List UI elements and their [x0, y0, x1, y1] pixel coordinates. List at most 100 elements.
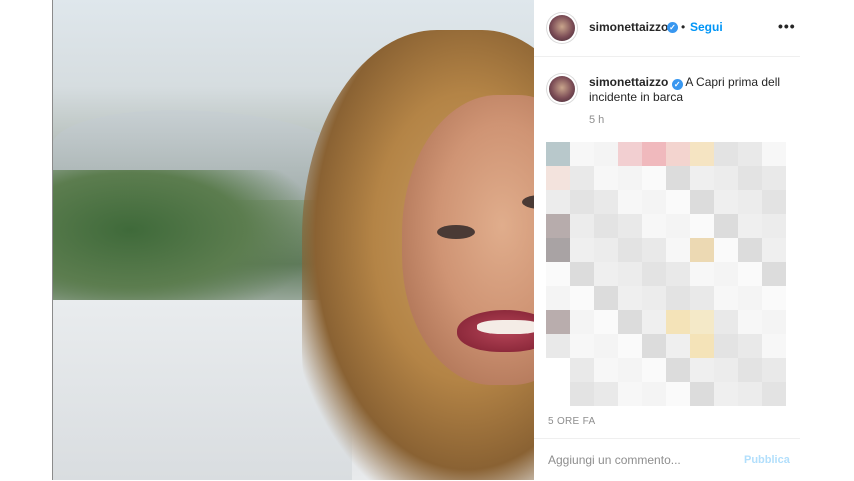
mosaic-cell: [618, 358, 642, 382]
mosaic-cell: [570, 382, 594, 406]
mosaic-cell: [618, 286, 642, 310]
mosaic-cell: [594, 190, 618, 214]
mosaic-cell: [666, 286, 690, 310]
mosaic-cell: [762, 262, 786, 286]
more-options-icon[interactable]: •••: [778, 18, 796, 34]
caption-username[interactable]: simonettaizzo: [589, 75, 668, 89]
publish-button[interactable]: Pubblica: [744, 454, 790, 466]
mosaic-cell: [666, 262, 690, 286]
mosaic-cell: [642, 166, 666, 190]
mosaic-cell: [642, 334, 666, 358]
mosaic-cell: [570, 214, 594, 238]
caption-avatar[interactable]: [549, 76, 575, 102]
mosaic-cell: [690, 310, 714, 334]
mosaic-cell: [714, 382, 738, 406]
mosaic-cell: [762, 310, 786, 334]
mosaic-cell: [666, 142, 690, 166]
mosaic-cell: [618, 142, 642, 166]
avatar[interactable]: [549, 15, 575, 41]
mosaic-cell: [618, 262, 642, 286]
mosaic-cell: [762, 142, 786, 166]
mosaic-cell: [690, 166, 714, 190]
mosaic-cell: [714, 166, 738, 190]
mosaic-cell: [546, 262, 570, 286]
mosaic-cell: [714, 190, 738, 214]
mosaic-cell: [714, 142, 738, 166]
mosaic-cell: [618, 382, 642, 406]
mosaic-cell: [666, 238, 690, 262]
mosaic-cell: [690, 190, 714, 214]
mosaic-cell: [666, 358, 690, 382]
mosaic-cell: [618, 214, 642, 238]
mosaic-cell: [570, 286, 594, 310]
mosaic-cell: [738, 166, 762, 190]
mosaic-cell: [618, 238, 642, 262]
mosaic-cell: [570, 190, 594, 214]
mosaic-cell: [690, 214, 714, 238]
mosaic-cell: [594, 310, 618, 334]
mosaic-cell: [642, 310, 666, 334]
mosaic-cell: [570, 166, 594, 190]
mosaic-cell: [666, 166, 690, 190]
mosaic-cell: [666, 190, 690, 214]
mosaic-cell: [570, 334, 594, 358]
mosaic-cell: [762, 238, 786, 262]
mosaic-cell: [738, 382, 762, 406]
mosaic-cell: [738, 262, 762, 286]
mosaic-cell: [570, 142, 594, 166]
photo-teeth: [477, 320, 534, 334]
mosaic-cell: [714, 310, 738, 334]
mosaic-cell: [546, 142, 570, 166]
mosaic-cell: [666, 310, 690, 334]
caption-verified-badge-icon: ✓: [671, 79, 683, 90]
mosaic-cell: [714, 334, 738, 358]
mosaic-cell: [546, 190, 570, 214]
mosaic-cell: [762, 166, 786, 190]
mosaic-cell: [546, 166, 570, 190]
comment-bar: Pubblica: [534, 438, 800, 481]
mosaic-cell: [594, 262, 618, 286]
mosaic-cell: [642, 262, 666, 286]
post-side-panel: simonettaizzo ✓ • Segui ••• simonettaizz…: [534, 0, 800, 480]
mosaic-cell: [762, 382, 786, 406]
mosaic-cell: [594, 334, 618, 358]
mosaic-cell: [762, 190, 786, 214]
header-username[interactable]: simonettaizzo: [589, 20, 668, 34]
mosaic-cell: [642, 238, 666, 262]
mosaic-cell: [546, 214, 570, 238]
verified-badge-icon: ✓: [667, 22, 678, 33]
post-photo: [52, 0, 534, 480]
mosaic-cell: [714, 286, 738, 310]
mosaic-cell: [738, 190, 762, 214]
comment-input[interactable]: [548, 453, 728, 467]
mosaic-cell: [546, 310, 570, 334]
mosaic-cell: [642, 190, 666, 214]
mosaic-cell: [666, 382, 690, 406]
mosaic-cell: [690, 262, 714, 286]
mosaic-cell: [594, 166, 618, 190]
mosaic-cell: [690, 286, 714, 310]
mosaic-cell: [570, 262, 594, 286]
mosaic-cell: [642, 358, 666, 382]
header-separator: •: [681, 20, 686, 34]
mosaic-cell: [594, 382, 618, 406]
mosaic-cell: [690, 142, 714, 166]
mosaic-cell: [690, 382, 714, 406]
post-caption: simonettaizzo ✓ A Capri prima dell incid…: [589, 75, 789, 105]
mosaic-cell: [690, 358, 714, 382]
mosaic-cell: [546, 286, 570, 310]
mosaic-cell: [642, 286, 666, 310]
follow-button[interactable]: Segui: [690, 20, 723, 34]
mosaic-cell: [762, 334, 786, 358]
caption-relative-time: 5 h: [589, 114, 605, 126]
mosaic-cell: [546, 334, 570, 358]
mosaic-cell: [738, 310, 762, 334]
mosaic-cell: [690, 238, 714, 262]
pixelated-comments-area: [546, 142, 796, 412]
photo-background-trees: [52, 170, 312, 320]
mosaic-cell: [546, 238, 570, 262]
mosaic-cell: [594, 214, 618, 238]
mosaic-cell: [666, 334, 690, 358]
photo-eye-left: [437, 225, 475, 239]
mosaic-cell: [738, 334, 762, 358]
